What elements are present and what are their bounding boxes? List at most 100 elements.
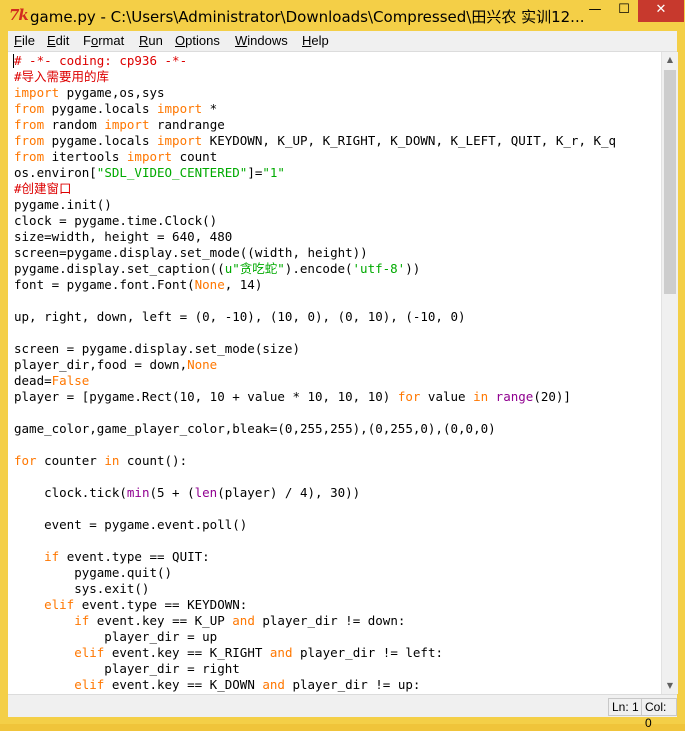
code-token: count(): (119, 453, 188, 468)
code-token: sys.exit() (14, 581, 150, 596)
code-token: (player) / 4), 30)) (217, 485, 361, 500)
code-line[interactable]: event = pygame.event.poll() (14, 517, 616, 533)
vertical-scrollbar[interactable]: ▲ ▼ (661, 52, 678, 694)
code-string: "SDL_VIDEO_CENTERED" (96, 165, 248, 180)
code-line[interactable]: pygame.quit() (14, 565, 616, 581)
code-token: pygame.init() (14, 197, 112, 212)
code-keyword: if (44, 549, 60, 564)
code-token: dead= (14, 373, 52, 388)
code-line[interactable] (14, 501, 616, 517)
code-keyword: for (14, 453, 37, 468)
code-line[interactable]: #创建窗口 (14, 181, 616, 197)
code-line[interactable] (14, 325, 616, 341)
code-keyword: from (14, 117, 45, 132)
code-line[interactable]: sys.exit() (14, 581, 616, 597)
menu-format[interactable]: Format (83, 33, 124, 48)
code-line[interactable]: os.environ["SDL_VIDEO_CENTERED"]="1" (14, 165, 616, 181)
code-line[interactable] (14, 533, 616, 549)
code-line[interactable]: from itertools import count (14, 149, 616, 165)
code-token: player_dir != left: (292, 645, 443, 660)
code-token: randrange (149, 117, 225, 132)
code-line[interactable]: from random import randrange (14, 117, 616, 133)
code-line[interactable]: #导入需要用的库 (14, 69, 616, 85)
code-token: clock.tick( (14, 485, 127, 500)
code-keyword: from (14, 133, 45, 148)
code-line[interactable]: game_color,game_player_color,bleak=(0,25… (14, 421, 616, 437)
menu-run[interactable]: Run (139, 33, 163, 48)
close-button[interactable]: ✕ (638, 0, 684, 22)
code-line[interactable]: elif event.key == K_RIGHT and player_dir… (14, 645, 616, 661)
code-line[interactable]: pygame.display.set_caption((u"贪吃蛇").enco… (14, 261, 616, 277)
code-token: )) (405, 261, 421, 276)
scroll-up-arrow-icon[interactable]: ▲ (662, 52, 678, 68)
scrollbar-thumb[interactable] (664, 70, 676, 294)
code-string: u"贪吃蛇" (224, 261, 285, 276)
scroll-down-arrow-icon[interactable]: ▼ (662, 678, 678, 694)
menu-edit[interactable]: Edit (47, 33, 69, 48)
code-line[interactable]: import pygame,os,sys (14, 85, 616, 101)
code-text[interactable]: # -*- coding: cp936 -*- #导入需要用的库 import py… (14, 53, 616, 693)
code-line[interactable]: pygame.init() (14, 197, 616, 213)
menu-file[interactable]: File (14, 33, 35, 48)
minimize-button[interactable]: — (580, 0, 610, 22)
maximize-button[interactable]: ☐ (610, 0, 638, 22)
code-line[interactable] (14, 469, 616, 485)
code-line[interactable]: elif event.type == KEYDOWN: (14, 597, 616, 613)
code-token: event.key == K_DOWN (104, 677, 263, 692)
code-line[interactable]: font = pygame.font.Font(None, 14) (14, 277, 616, 293)
code-line[interactable] (14, 293, 616, 309)
code-token: screen=pygame.display.set_mode((width, h… (14, 245, 368, 260)
code-line[interactable]: for counter in count(): (14, 453, 616, 469)
menu-help[interactable]: Help (302, 33, 329, 48)
code-token: random (44, 117, 105, 132)
code-editor[interactable]: # -*- coding: cp936 -*- #导入需要用的库 import py… (8, 52, 661, 694)
code-keyword: in (473, 389, 489, 404)
code-keyword: from (14, 101, 45, 116)
code-line[interactable]: if event.type == QUIT: (14, 549, 616, 565)
code-keyword: elif (44, 597, 75, 612)
title-bar[interactable]: 7k game.py - C:\Users\Administrator\Down… (0, 0, 685, 32)
code-line[interactable]: player_dir,food = down,None (14, 357, 616, 373)
code-token: (20)] (533, 389, 571, 404)
code-line[interactable]: # -*- coding: cp936 -*- (14, 53, 616, 69)
code-line[interactable]: player_dir = right (14, 661, 616, 677)
code-keyword: and (232, 613, 255, 628)
code-line[interactable]: up, right, down, left = (0, -10), (10, 0… (14, 309, 616, 325)
code-token: pygame.locals (44, 101, 157, 116)
code-line[interactable]: screen = pygame.display.set_mode(size) (14, 341, 616, 357)
code-line[interactable]: if event.key == K_UP and player_dir != d… (14, 613, 616, 629)
idle-app-icon[interactable]: 7k (9, 6, 29, 24)
code-line[interactable]: elif event.key == K_DOWN and player_dir … (14, 677, 616, 693)
code-token: (5 + ( (149, 485, 195, 500)
code-keyword: for (397, 389, 421, 404)
code-line[interactable]: player_dir = up (14, 629, 616, 645)
code-line[interactable] (14, 405, 616, 421)
code-line[interactable]: dead=False (14, 373, 616, 389)
code-line[interactable]: from pygame.locals import KEYDOWN, K_UP,… (14, 133, 616, 149)
code-token: os.environ[ (14, 165, 97, 180)
code-line[interactable]: screen=pygame.display.set_mode((width, h… (14, 245, 616, 261)
code-token: pygame.quit() (14, 565, 173, 580)
menu-options[interactable]: Options (175, 33, 220, 48)
code-keyword: None (187, 357, 218, 372)
code-token: event.type == QUIT: (59, 549, 210, 564)
code-line[interactable] (14, 437, 616, 453)
window-client-area: File Edit Format Run Options Windows Hel… (8, 31, 678, 730)
code-token: event.type == KEYDOWN: (74, 597, 248, 612)
code-line[interactable]: from pygame.locals import * (14, 101, 616, 117)
window-title: game.py - C:\Users\Administrator\Downloa… (30, 8, 585, 26)
code-line[interactable]: player = [pygame.Rect(10, 10 + value * 1… (14, 389, 616, 405)
code-token: pygame.display.set_caption(( (14, 261, 225, 276)
code-line[interactable]: clock = pygame.time.Clock() (14, 213, 616, 229)
code-comment: #导入需要用的库 (14, 69, 110, 84)
code-keyword: and (269, 645, 293, 660)
code-line[interactable]: clock.tick(min(5 + (len(player) / 4), 30… (14, 485, 616, 501)
code-line[interactable]: size=width, height = 640, 480 (14, 229, 616, 245)
code-token: pygame,os,sys (59, 85, 165, 100)
menu-windows[interactable]: Windows (235, 33, 288, 48)
